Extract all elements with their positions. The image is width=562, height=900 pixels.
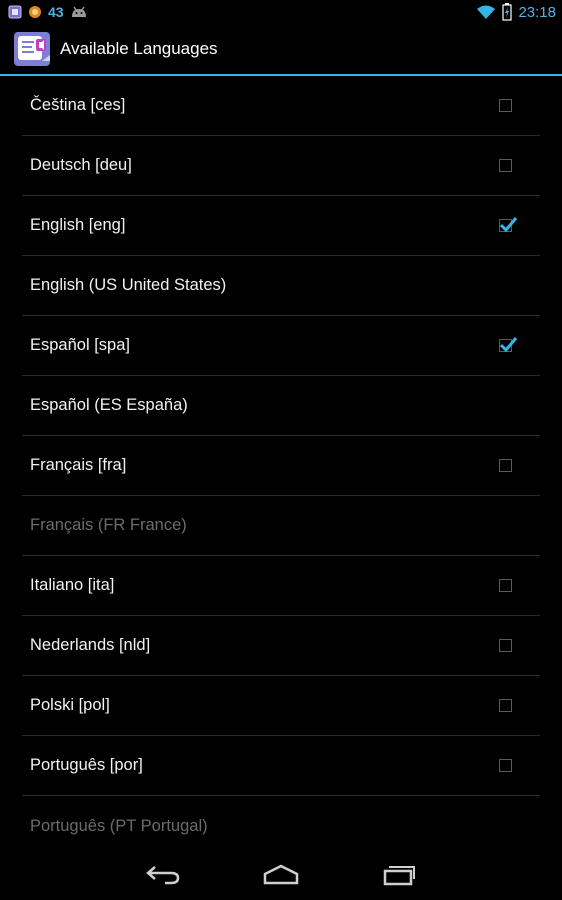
checkmark-icon xyxy=(499,337,518,353)
language-label: Deutsch [deu] xyxy=(30,156,132,174)
checkbox[interactable] xyxy=(499,159,512,172)
list-item[interactable]: Español (ES España) xyxy=(22,376,540,436)
checkbox-checked[interactable] xyxy=(499,337,518,353)
checkbox[interactable] xyxy=(499,759,512,772)
language-label: English (US United States) xyxy=(30,276,227,294)
language-label: Português (PT Portugal) xyxy=(30,816,208,835)
list-item-disabled: Português (PT Portugal) xyxy=(22,796,540,856)
language-label: Italiano [ita] xyxy=(30,576,115,594)
recent-apps-icon xyxy=(383,866,415,886)
back-icon xyxy=(146,866,180,885)
language-label: Čeština [ces] xyxy=(30,96,126,114)
list-item[interactable]: Italiano [ita] xyxy=(22,556,540,616)
language-label: Español (ES España) xyxy=(30,396,188,414)
language-label: Polski [pol] xyxy=(30,696,110,714)
app-notification-icon xyxy=(8,5,22,19)
list-item[interactable]: Čeština [ces] xyxy=(22,76,540,136)
list-item-disabled: Français (FR France) xyxy=(22,496,540,556)
language-label: Español [spa] xyxy=(30,336,130,354)
checkbox[interactable] xyxy=(499,699,512,712)
language-label: Français (FR France) xyxy=(30,516,187,534)
speech-bubble-icon[interactable] xyxy=(12,29,52,69)
language-label: Português [por] xyxy=(30,756,143,774)
action-bar: Available Languages xyxy=(0,24,562,76)
language-label: Français [fra] xyxy=(30,456,127,474)
list-item[interactable]: English (US United States) xyxy=(22,256,540,316)
battery-icon xyxy=(502,3,513,21)
checkbox[interactable] xyxy=(499,579,512,592)
checkbox[interactable] xyxy=(499,639,512,652)
list-item[interactable]: Nederlands [nld] xyxy=(22,616,540,676)
navigation-bar xyxy=(0,848,562,900)
home-icon xyxy=(263,864,299,885)
checkmark-icon xyxy=(499,217,518,233)
list-item[interactable]: Français [fra] xyxy=(22,436,540,496)
recent-apps-button[interactable] xyxy=(375,859,423,889)
checkbox-checked[interactable] xyxy=(499,217,518,233)
list-item[interactable]: English [eng] xyxy=(22,196,540,256)
list-item[interactable]: Português [por] xyxy=(22,736,540,796)
list-item[interactable]: Español [spa] xyxy=(22,316,540,376)
android-icon xyxy=(71,6,86,17)
language-label: Nederlands [nld] xyxy=(30,636,151,654)
status-bar: 43 23:18 xyxy=(0,0,562,24)
page-title: Available Languages xyxy=(60,39,218,58)
wifi-icon xyxy=(477,5,496,19)
back-button[interactable] xyxy=(139,859,187,889)
orange-circle-icon xyxy=(29,6,41,18)
language-list: Čeština [ces] Deutsch [deu] English [eng… xyxy=(22,76,540,856)
notification-count: 43 xyxy=(48,4,64,20)
list-item[interactable]: Polski [pol] xyxy=(22,676,540,736)
home-button[interactable] xyxy=(257,859,305,889)
checkbox[interactable] xyxy=(499,99,512,112)
clock: 23:18 xyxy=(518,3,556,21)
list-item[interactable]: Deutsch [deu] xyxy=(22,136,540,196)
checkbox[interactable] xyxy=(499,459,512,472)
language-label: English [eng] xyxy=(30,216,126,234)
